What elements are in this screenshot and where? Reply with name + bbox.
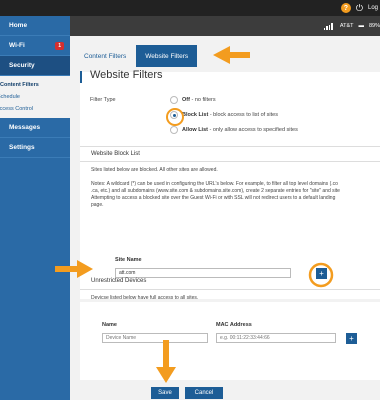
battery-level: 89%: [368, 23, 380, 29]
sidebar-item-wifi[interactable]: Wi-Fi 1: [0, 36, 70, 56]
add-site-button[interactable]: +: [316, 268, 327, 279]
subnav-schedule[interactable]: Schedule: [0, 91, 70, 103]
device-name-label: Name: [102, 322, 117, 328]
site-name-label: Site Name: [115, 257, 142, 263]
filter-type-label: Filter Type: [90, 97, 116, 103]
device-name-input[interactable]: [102, 333, 208, 343]
divider: [80, 289, 380, 290]
sidebar-item-label: Wi-Fi: [9, 42, 25, 49]
sidebar-item-home[interactable]: Home: [0, 16, 70, 36]
divider: [80, 161, 380, 162]
sidebar-item-label: Security: [9, 62, 35, 69]
top-bar: ? ⏻ Log: [0, 0, 380, 16]
subnav-content-filters[interactable]: Content Filters: [0, 79, 70, 91]
block-list-title: Website Block List: [91, 151, 140, 157]
add-device-button[interactable]: +: [346, 333, 357, 344]
main-content: Content Filters Website Filters Website …: [70, 36, 380, 400]
sidebar-item-settings[interactable]: Settings: [0, 138, 70, 158]
page-title: Website Filters: [90, 69, 163, 81]
sidebar-item-messages[interactable]: Messages: [0, 118, 70, 138]
radio-off[interactable]: [170, 96, 178, 104]
note-line: .ca, etc.) and all subdomains (www.site.…: [91, 188, 340, 194]
carrier-name: AT&T: [339, 23, 354, 29]
mac-address-label: MAC Address: [216, 322, 252, 328]
help-icon[interactable]: ?: [340, 3, 351, 13]
filter-option-off[interactable]: Off - no filters: [170, 96, 216, 104]
block-list-intro: Sites listed below are blocked. All othe…: [91, 167, 218, 173]
radio-allow-list[interactable]: [170, 126, 178, 134]
divider: [80, 146, 380, 147]
sidebar-item-label: Home: [9, 22, 28, 29]
sidebar: Home Wi-Fi 1 Security Content Filters Sch…: [0, 16, 70, 400]
subnav-access-control[interactable]: Access Control: [0, 103, 70, 115]
filter-option-block-list[interactable]: Block List - block access to list of sit…: [170, 111, 278, 119]
top-actions: ? ⏻ Log: [340, 0, 380, 16]
tab-website-filters[interactable]: Website Filters: [136, 45, 198, 67]
notification-badge: 1: [55, 41, 64, 50]
radio-block-list[interactable]: [170, 111, 178, 119]
filter-option-allow-list[interactable]: Allow List - only allow access to specif…: [170, 126, 298, 134]
title-accent: [80, 71, 82, 83]
tab-content-filters[interactable]: Content Filters: [80, 45, 130, 67]
sidebar-item-security[interactable]: Security: [0, 56, 70, 76]
note-line: Notes: A wildcard (*) can be used in con…: [91, 181, 338, 187]
unrestricted-title: Unrestricted Devices: [91, 278, 147, 284]
sidebar-item-label: Settings: [9, 144, 35, 151]
note-line: page.: [91, 202, 104, 208]
cancel-button[interactable]: Cancel: [185, 387, 223, 399]
unrestricted-intro: Devicse listed below have full access to…: [91, 295, 199, 301]
save-button[interactable]: Save: [151, 387, 179, 399]
filter-tabs: Content Filters Website Filters: [80, 45, 198, 67]
site-name-input[interactable]: [115, 268, 291, 278]
security-subnav: Content Filters Schedule Access Control: [0, 76, 70, 118]
sidebar-item-label: Messages: [9, 124, 41, 131]
note-line: Attempting to access a blocked site over…: [91, 195, 336, 201]
mac-address-input[interactable]: [216, 333, 336, 343]
signal-icon: [323, 22, 333, 30]
status-bar: AT&T ▬ 89%: [70, 16, 380, 36]
battery-icon: ▬: [358, 23, 364, 29]
power-icon[interactable]: ⏻: [356, 3, 363, 13]
logout-link[interactable]: Log: [368, 5, 378, 11]
